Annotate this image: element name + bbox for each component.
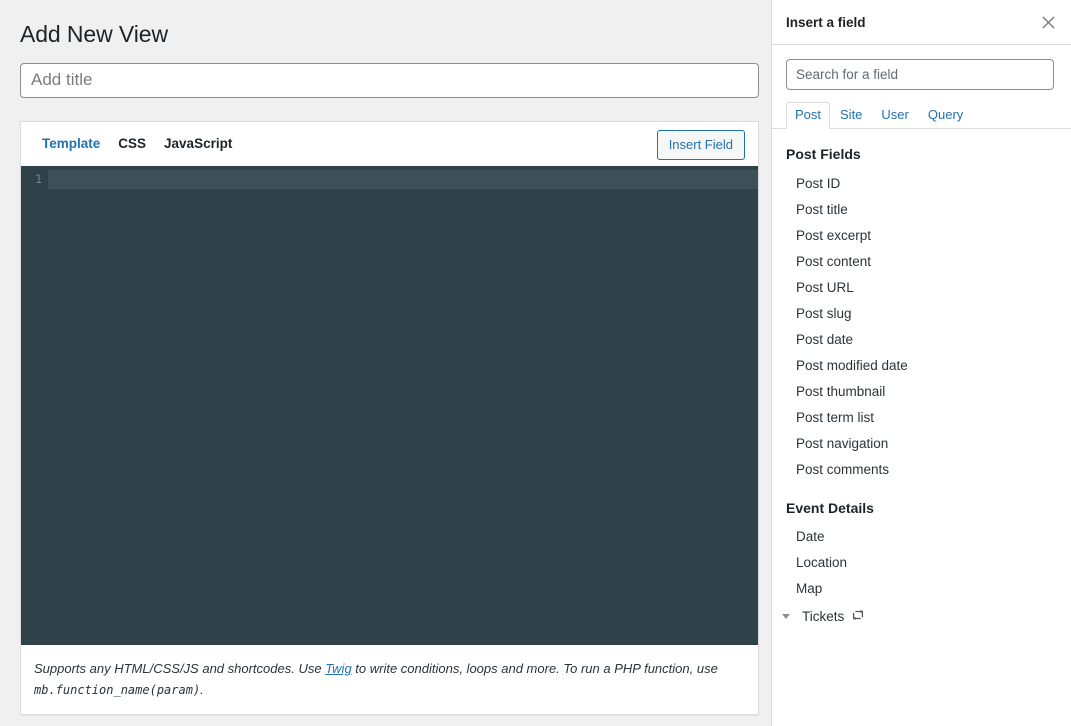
group-title-post-fields: Post Fields <box>786 146 861 162</box>
field-item-post-navigation[interactable]: Post navigation <box>772 431 1071 457</box>
tab-javascript[interactable]: JavaScript <box>155 130 241 158</box>
view-title-input[interactable] <box>20 62 759 98</box>
app-root: Add New View Template CSS JavaScript Ins… <box>0 0 1071 726</box>
field-label: Post navigation <box>796 435 889 451</box>
help-text-part2: to write conditions, loops and more. To … <box>351 660 718 676</box>
repeat-icon <box>851 608 865 625</box>
field-label: Map <box>796 581 823 597</box>
field-label: Post ID <box>796 175 841 191</box>
main-content: Add New View Template CSS JavaScript Ins… <box>0 0 771 726</box>
field-item-post-comments[interactable]: Post comments <box>772 457 1071 483</box>
editor-text-area[interactable] <box>48 166 758 645</box>
tab-template[interactable]: Template <box>33 130 109 158</box>
editor-toolbar: Template CSS JavaScript Insert Field <box>21 121 758 166</box>
search-input[interactable] <box>786 59 1054 90</box>
insert-field-button[interactable]: Insert Field <box>656 129 745 160</box>
editor-tab-list: Template CSS JavaScript <box>33 130 241 158</box>
field-item-post-content[interactable]: Post content <box>772 249 1071 275</box>
active-line-highlight <box>48 169 758 189</box>
tab-user[interactable]: User <box>872 102 917 128</box>
tab-query[interactable]: Query <box>919 102 972 128</box>
panel-tab-list: Post Site User Query <box>772 102 1071 129</box>
field-label: Post content <box>796 253 872 269</box>
panel-title: Insert a field <box>786 14 866 30</box>
insert-field-panel: Insert a field Post Site User Query Post… <box>771 0 1071 726</box>
field-item-map[interactable]: Map <box>772 576 1071 602</box>
field-label: Post excerpt <box>796 227 872 243</box>
field-item-post-url[interactable]: Post URL <box>772 275 1071 301</box>
field-item-location[interactable]: Location <box>772 550 1071 576</box>
editor-caret <box>48 170 49 189</box>
group-title-event-details: Event Details <box>786 499 874 516</box>
chevron-down-icon[interactable] <box>782 612 791 621</box>
field-item-post-id[interactable]: Post ID <box>772 171 1071 197</box>
field-label: Post modified date <box>796 357 908 373</box>
field-label: Location <box>796 555 848 571</box>
field-label: Post URL <box>796 279 854 295</box>
field-label: Tickets <box>802 608 845 624</box>
line-number: 1 <box>35 171 42 186</box>
field-label: Date <box>796 529 825 545</box>
field-item-post-term-list[interactable]: Post term list <box>772 405 1071 431</box>
close-icon[interactable] <box>1033 7 1063 37</box>
twig-link[interactable]: Twig <box>325 661 351 676</box>
field-item-post-modified-date[interactable]: Post modified date <box>772 353 1071 379</box>
code-editor[interactable]: 1 <box>21 165 758 645</box>
field-label: Post thumbnail <box>796 383 886 399</box>
field-item-tickets[interactable]: Tickets <box>772 602 1071 631</box>
field-label: Post slug <box>796 305 852 321</box>
editor-help-text: Supports any HTML/CSS/JS and shortcodes.… <box>21 644 758 715</box>
tab-site[interactable]: Site <box>831 102 871 128</box>
panel-header: Insert a field <box>772 0 1071 45</box>
help-text-part1: Supports any HTML/CSS/JS and shortcodes.… <box>34 660 326 676</box>
help-text-code: mb.function_name(param) <box>34 683 201 698</box>
field-item-post-title[interactable]: Post title <box>772 197 1071 223</box>
panel-search-wrap <box>772 45 1071 90</box>
field-item-post-thumbnail[interactable]: Post thumbnail <box>772 379 1071 405</box>
field-list[interactable]: Post Fields Post ID Post title Post exce… <box>772 129 1071 709</box>
editor-gutter: 1 <box>21 165 48 645</box>
field-label: Post comments <box>796 461 890 477</box>
page-title: Add New View <box>20 21 168 47</box>
field-label: Post title <box>796 201 848 217</box>
field-label: Post term list <box>796 409 875 425</box>
code-editor-card: Template CSS JavaScript Insert Field 1 S… <box>20 120 759 716</box>
field-item-date[interactable]: Date <box>772 524 1071 550</box>
field-item-post-slug[interactable]: Post slug <box>772 301 1071 327</box>
field-item-post-date[interactable]: Post date <box>772 327 1071 353</box>
tab-post[interactable]: Post <box>786 102 831 129</box>
field-item-post-excerpt[interactable]: Post excerpt <box>772 223 1071 249</box>
help-text-part3: . <box>200 682 204 698</box>
field-label: Post date <box>796 331 854 347</box>
tab-css[interactable]: CSS <box>109 130 155 158</box>
